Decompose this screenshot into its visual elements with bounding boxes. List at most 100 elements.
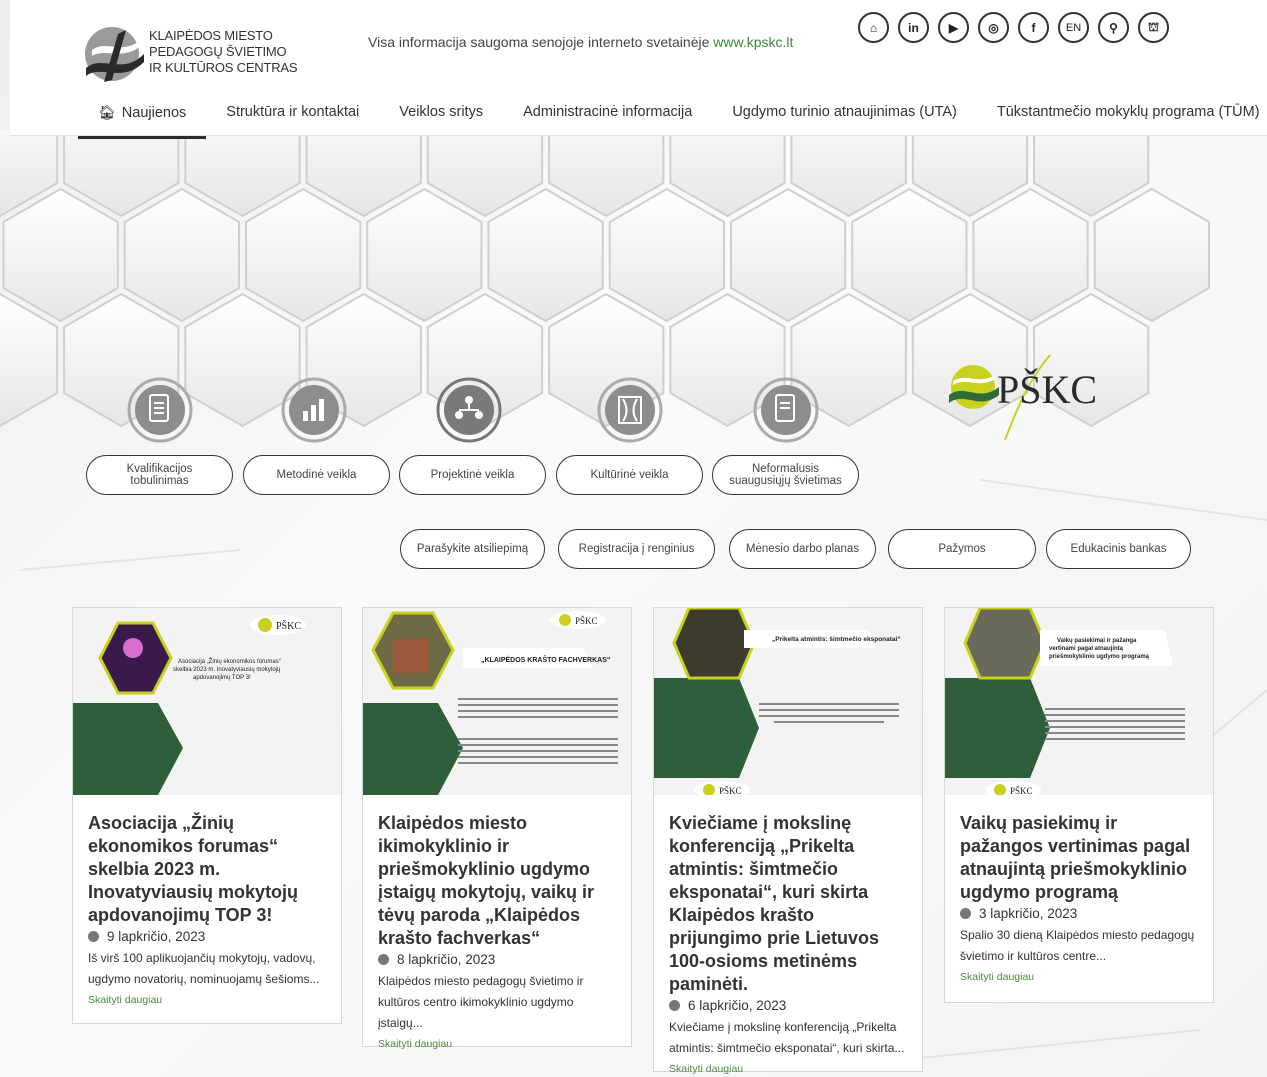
facebook-icon[interactable]: f [1018,12,1049,43]
news-image-caption: „KLAIPĖDOS KRAŠTO FACHVERKAS“ [481,655,610,664]
news-image-graphic: „Prikelta atmintis: šimtmečio eksponatai… [654,608,922,795]
logo-mark-icon [85,27,144,82]
hexagon-tile [1093,187,1210,323]
news-date-text: 3 lapkričio, 2023 [979,906,1078,921]
metodine-veikla-button[interactable]: Metodinė veikla [243,455,390,495]
projektine-veikla-button[interactable]: Projektinė veikla [399,455,546,495]
theater-icon[interactable] [597,377,663,443]
atsiliepimas-button[interactable]: Parašykite atsiliepimą [400,529,545,569]
news-image-graphic: PŠKC Asociacija „Žinių ekonomikos foruma… [73,608,341,795]
notes-icon[interactable] [753,377,819,443]
nav-item-tum[interactable]: Tūkstantmečio mokyklų programa (TŪM) [977,92,1260,136]
news-title[interactable]: Asociacija „Žinių ekonomikos forumas“ sk… [88,812,329,927]
kvalifikacijos-button[interactable]: Kvalifikacijos tobulinimas [86,455,233,495]
news-excerpt: Spalio 30 dieną Klaipėdos miesto pedagog… [960,928,1195,963]
youtube-icon[interactable]: ▶ [938,12,969,43]
news-card[interactable]: PŠKC „KLAIPĖDOS KRAŠTO FACHVERKAS“ Klaip… [362,607,632,1050]
logo-line-3: IR KULTŪROS CENTRAS [149,60,298,75]
news-card-body: Asociacija „Žinių ekonomikos forumas“ sk… [88,812,329,1006]
hexagon-tile [2,187,119,323]
page: KLAIPĖDOS MIESTO PEDAGOGŲ ŠVIETIMO IR KU… [0,0,1267,1077]
date-dot-icon [669,1000,680,1011]
read-more-link[interactable]: Skaityti daugiau [378,1038,619,1050]
news-date: 8 lapkričio, 2023 [378,952,619,967]
edukacinis-bankas-button[interactable]: Edukacinis bankas [1046,529,1191,569]
news-excerpt: Klaipėdos miesto pedagogų švietimo ir ku… [378,974,584,1030]
news-card[interactable]: PŠKC Asociacija „Žinių ekonomikos foruma… [72,607,342,1024]
nav-item-struktura[interactable]: Struktūra ir kontaktai [206,92,379,136]
news-image-graphic: Vaikų pasiekimai ir pažanga vertinami pag… [945,608,1213,795]
svg-text:PŠKC: PŠKC [719,786,742,795]
network-people-icon[interactable] [436,377,502,443]
darbo-planas-button[interactable]: Mėnesio darbo planas [729,529,876,569]
news-excerpt: Iš virš 100 aplikuojančių mokytojų, vado… [88,951,320,986]
news-image-graphic: PŠKC „KLAIPĖDOS KRAŠTO FACHVERKAS“ [363,608,631,795]
nav-item-administracine[interactable]: Administracinė informacija [503,92,712,136]
pskc-logo: PŠKC [949,354,1097,441]
news-date-text: 9 lapkričio, 2023 [107,929,206,944]
hexagon-tile [245,187,362,323]
news-title[interactable]: Kviečiame į mokslinę konferenciją „Prike… [669,812,910,996]
read-more-link[interactable]: Skaityti daugiau [669,1063,910,1075]
read-more-link[interactable]: Skaityti daugiau [88,994,329,1006]
registracija-button[interactable]: Registracija į renginius [558,529,715,569]
nav-label: Naujienos [121,105,187,121]
instagram-icon[interactable]: ◎ [978,12,1009,43]
news-card-body: Vaikų pasiekimų ir pažangos vertinimas p… [960,812,1201,983]
news-title[interactable]: Klaipėdos miesto ikimokyklinio ir priešm… [378,812,619,950]
svg-text:PŠKC: PŠKC [575,616,598,626]
hexagon-tile [487,187,604,323]
notice-text: Visa informacija saugoma senojoje intern… [368,34,714,50]
old-site-link[interactable]: www.kpskc.lt [713,34,793,50]
news-card[interactable]: „Prikelta atmintis: šimtmečio eksponatai… [653,607,923,1075]
svg-text:PŠKC: PŠKC [1010,786,1033,795]
hexagon-tile [729,187,847,323]
news-card-body: Klaipėdos miesto ikimokyklinio ir priešm… [378,812,619,1050]
neformalusis-svietimas-button[interactable]: Neformalusis suaugusiųjų švietimas [712,455,859,495]
news-date-text: 8 lapkričio, 2023 [397,952,496,967]
news-card-image[interactable]: Vaikų pasiekimai ir pažanga vertinami pag… [945,608,1213,795]
logo-line-2: PEDAGOGŲ ŠVIETIMO [149,44,287,59]
linkedin-icon[interactable]: in [898,12,929,43]
hexagon-tile [608,187,725,323]
old-site-notice: Visa informacija saugoma senojoje intern… [368,34,793,50]
logo-text: KLAIPĖDOS MIESTO PEDAGOGŲ ŠVIETIMO IR KU… [149,28,298,76]
pazymos-button[interactable]: Pažymos [888,529,1036,569]
logo-line-1: KLAIPĖDOS MIESTO [149,28,273,43]
news-date: 6 lapkričio, 2023 [669,998,910,1013]
news-card-image[interactable]: „Prikelta atmintis: šimtmečio eksponatai… [654,608,922,795]
nav-item-uta[interactable]: Ugdymo turinio atnaujinimas (UTA) [712,92,977,136]
sitemap-icon[interactable]: ⛫ [1138,12,1169,43]
hexagon-tile [972,187,1089,323]
news-card[interactable]: Vaikų pasiekimai ir pažanga vertinami pag… [944,607,1214,1003]
news-card-body: Kviečiame į mokslinę konferenciją „Prike… [669,812,910,1075]
date-dot-icon [960,908,971,919]
bar-chart-icon[interactable] [281,377,347,443]
main-nav: 🏠︎ Naujienos Struktūra ir kontaktai Veikl… [78,92,1260,139]
building-icon[interactable]: ⌂ [858,12,889,43]
nav-item-naujienos[interactable]: 🏠︎ Naujienos [78,92,207,139]
home-icon: 🏠︎ [98,104,116,120]
social-icons: ⌂ in ▶ ◎ f EN ⚲ ⛫ [858,12,1169,43]
date-dot-icon [378,954,389,965]
news-card-image[interactable]: PŠKC „KLAIPĖDOS KRAŠTO FACHVERKAS“ [363,608,631,795]
search-icon[interactable]: ⚲ [1098,12,1129,43]
hexagon-tile [851,187,968,323]
document-icon[interactable] [127,377,193,443]
news-image-caption: „Prikelta atmintis: šimtmečio eksponatai… [772,636,901,643]
en-language-icon[interactable]: EN [1058,12,1089,43]
news-excerpt: Kviečiame į mokslinę konferenciją „Prike… [669,1020,905,1055]
news-date: 9 lapkričio, 2023 [88,929,329,944]
kulturine-veikla-button[interactable]: Kultūrinė veikla [556,455,703,495]
read-more-link[interactable]: Skaityti daugiau [960,971,1201,983]
news-date-text: 6 lapkričio, 2023 [688,998,787,1013]
news-date: 3 lapkričio, 2023 [960,906,1201,921]
hexagon-tile [123,187,240,323]
nav-item-veiklos-sritys[interactable]: Veiklos sritys [379,92,503,136]
news-title[interactable]: Vaikų pasiekimų ir pažangos vertinimas p… [960,812,1201,904]
site-header: KLAIPĖDOS MIESTO PEDAGOGŲ ŠVIETIMO IR KU… [10,0,1267,139]
svg-text:PŠKC: PŠKC [276,620,301,632]
site-logo[interactable]: KLAIPĖDOS MIESTO PEDAGOGŲ ŠVIETIMO IR KU… [82,22,312,86]
pskc-logo-text: PŠKC [997,367,1097,412]
news-card-image[interactable]: PŠKC Asociacija „Žinių ekonomikos foruma… [73,608,341,795]
